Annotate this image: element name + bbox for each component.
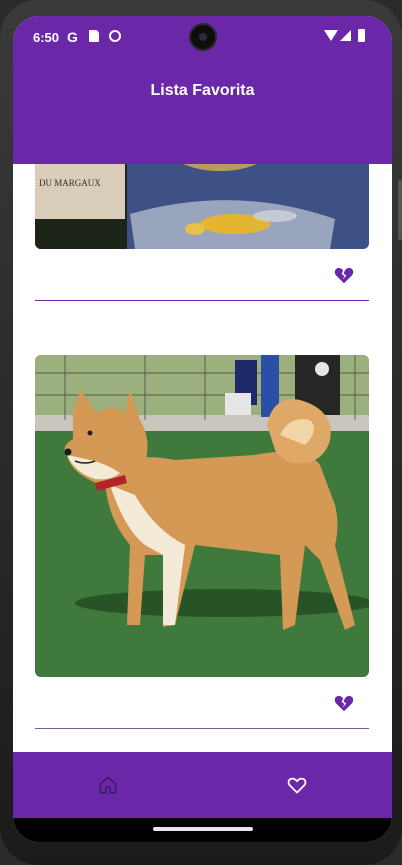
- broken-heart-icon: [334, 267, 354, 284]
- phone-frame: 6:50 G Lista Favorita DU MARGAUX: [0, 0, 402, 865]
- signal-icon: [340, 30, 351, 41]
- heart-icon: [287, 777, 307, 794]
- notification-icon: [109, 30, 121, 42]
- battery-icon: [358, 29, 365, 42]
- favorites-list[interactable]: DU MARGAUX: [13, 164, 392, 752]
- status-time: 6:50: [33, 30, 60, 45]
- gesture-handle[interactable]: [153, 827, 253, 831]
- wifi-icon: [324, 30, 338, 41]
- device-screen: 6:50 G Lista Favorita DU MARGAUX: [13, 16, 392, 842]
- status-bar: 6:50 G: [13, 16, 392, 58]
- sd-card-icon: [89, 30, 99, 42]
- wine-label-text: DU MARGAUX: [39, 178, 101, 188]
- page-title: Lista Favorita: [150, 82, 255, 99]
- power-button: [398, 180, 402, 240]
- remove-favorite-button[interactable]: [333, 692, 355, 714]
- shiba-inu-photo: [35, 355, 369, 677]
- divider: [35, 728, 369, 729]
- camera-cutout: [191, 25, 215, 49]
- dog-with-wine-bottle-photo: DU MARGAUX: [35, 164, 369, 249]
- bottom-navigation: [13, 752, 392, 818]
- google-icon: G: [67, 29, 78, 45]
- favorite-dog-image[interactable]: [35, 355, 369, 677]
- favorite-dog-image[interactable]: DU MARGAUX: [35, 164, 369, 249]
- broken-heart-icon: [334, 695, 354, 712]
- nav-favorites[interactable]: [284, 772, 310, 798]
- app-header: 6:50 G Lista Favorita: [13, 16, 392, 164]
- divider: [35, 300, 369, 301]
- remove-favorite-button[interactable]: [333, 264, 355, 286]
- home-icon: [99, 776, 117, 794]
- nav-home[interactable]: [95, 772, 121, 798]
- system-navigation-area: [13, 818, 392, 842]
